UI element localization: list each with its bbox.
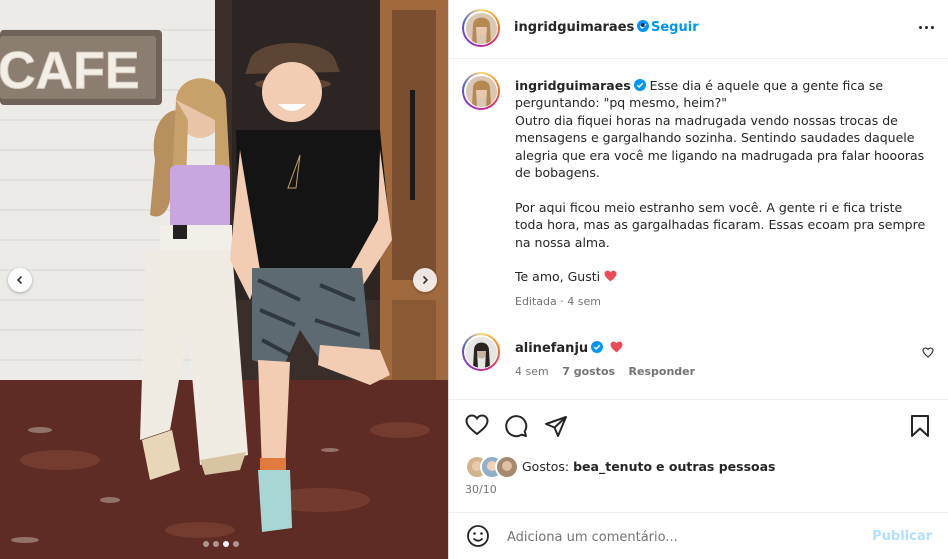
- actions-divider: [449, 399, 948, 400]
- heart-emoji-icon: [604, 271, 617, 282]
- comment-time[interactable]: 4 sem: [515, 365, 549, 378]
- previous-photo-button[interactable]: [8, 268, 32, 292]
- emoji-icon[interactable]: [466, 524, 490, 548]
- follow-button[interactable]: Seguir: [651, 20, 699, 35]
- carousel-dot: [233, 541, 239, 547]
- comment-box: Publicar: [449, 513, 948, 559]
- more-options-icon[interactable]: [919, 26, 934, 29]
- carousel-indicator: [203, 541, 239, 547]
- share-icon[interactable]: [544, 414, 568, 438]
- caption-line: Por aqui ficou meio estranho sem você. A…: [515, 199, 903, 215]
- chevron-right-icon: [422, 275, 429, 285]
- comment-input[interactable]: [505, 526, 869, 548]
- caption-line: de bobagens.: [515, 165, 600, 181]
- author-avatar[interactable]: [462, 9, 500, 47]
- caption-line: alegria que era você me ligando na madru…: [515, 147, 925, 163]
- post-dialog: CAFE ingridguimaraes • Seguir ingridguim…: [0, 0, 948, 559]
- carousel-dot: [213, 541, 219, 547]
- carousel-dot: [223, 541, 229, 547]
- post-media: CAFE: [0, 0, 448, 559]
- commenter-username[interactable]: alinefanju: [515, 341, 588, 356]
- caption-line: perguntando: "pq mesmo, heim?": [515, 95, 727, 111]
- caption-text: ingridguimaraes Esse dia é aquele que a …: [515, 77, 930, 310]
- author-username-text[interactable]: ingridguimaraes: [514, 20, 634, 35]
- post-header: ingridguimaraes • Seguir: [449, 0, 948, 59]
- caption-line: na nossa alma.: [515, 234, 610, 250]
- caption-meta: Editada · 4 sem: [515, 294, 601, 308]
- post-date[interactable]: 30/10: [465, 483, 497, 496]
- likes-prefix: Gostos:: [522, 459, 570, 474]
- next-photo-button[interactable]: [413, 268, 437, 292]
- comment-meta: 4 sem 7 gostos Responder: [515, 365, 695, 378]
- post-actions: [449, 410, 948, 444]
- caption-author-avatar[interactable]: [462, 72, 500, 110]
- comment-icon[interactable]: [504, 414, 528, 438]
- likes-user[interactable]: bea_tenuto: [573, 459, 652, 474]
- heart-icon[interactable]: [465, 414, 489, 436]
- likes-summary: Gostos: bea_tenuto e outras pessoas: [522, 459, 775, 474]
- commenter-row: alinefanju: [515, 341, 623, 356]
- carousel-dot: [203, 541, 209, 547]
- caption-author-username[interactable]: ingridguimaraes: [515, 78, 631, 93]
- likes-suffix[interactable]: e outras pessoas: [656, 459, 775, 474]
- caption-line: toda hora, mas as gargalhadas ficaram. E…: [515, 217, 926, 233]
- reply-button[interactable]: Responder: [629, 365, 696, 378]
- verified-icon: [633, 79, 646, 91]
- header-separator: •: [639, 19, 647, 34]
- verified-icon: [591, 341, 604, 353]
- caption-line: Outro dia fiquei horas na madrugada vend…: [515, 112, 898, 128]
- bookmark-icon[interactable]: [909, 414, 931, 438]
- comment-likes[interactable]: 7 gostos: [562, 365, 615, 378]
- post-side-panel: ingridguimaraes • Seguir ingridguimaraes…: [448, 0, 948, 559]
- cafe-sign-text: CAFE: [0, 42, 140, 100]
- chevron-left-icon: [16, 275, 23, 285]
- author-username[interactable]: ingridguimaraes: [514, 20, 650, 35]
- comment-like-heart-icon[interactable]: [922, 347, 934, 358]
- caption-line: Esse dia é aquele que a gente fica se: [649, 78, 884, 93]
- liker-avatar[interactable]: [495, 455, 519, 479]
- caption-line: mensagens e gargalhando sozinha. Sentind…: [515, 130, 915, 146]
- post-photo: CAFE: [0, 0, 448, 559]
- commenter-avatar[interactable]: [462, 333, 500, 371]
- caption-line: Te amo, Gusti: [515, 269, 601, 285]
- heart-emoji-icon: [610, 341, 623, 353]
- publish-button[interactable]: Publicar: [872, 529, 932, 544]
